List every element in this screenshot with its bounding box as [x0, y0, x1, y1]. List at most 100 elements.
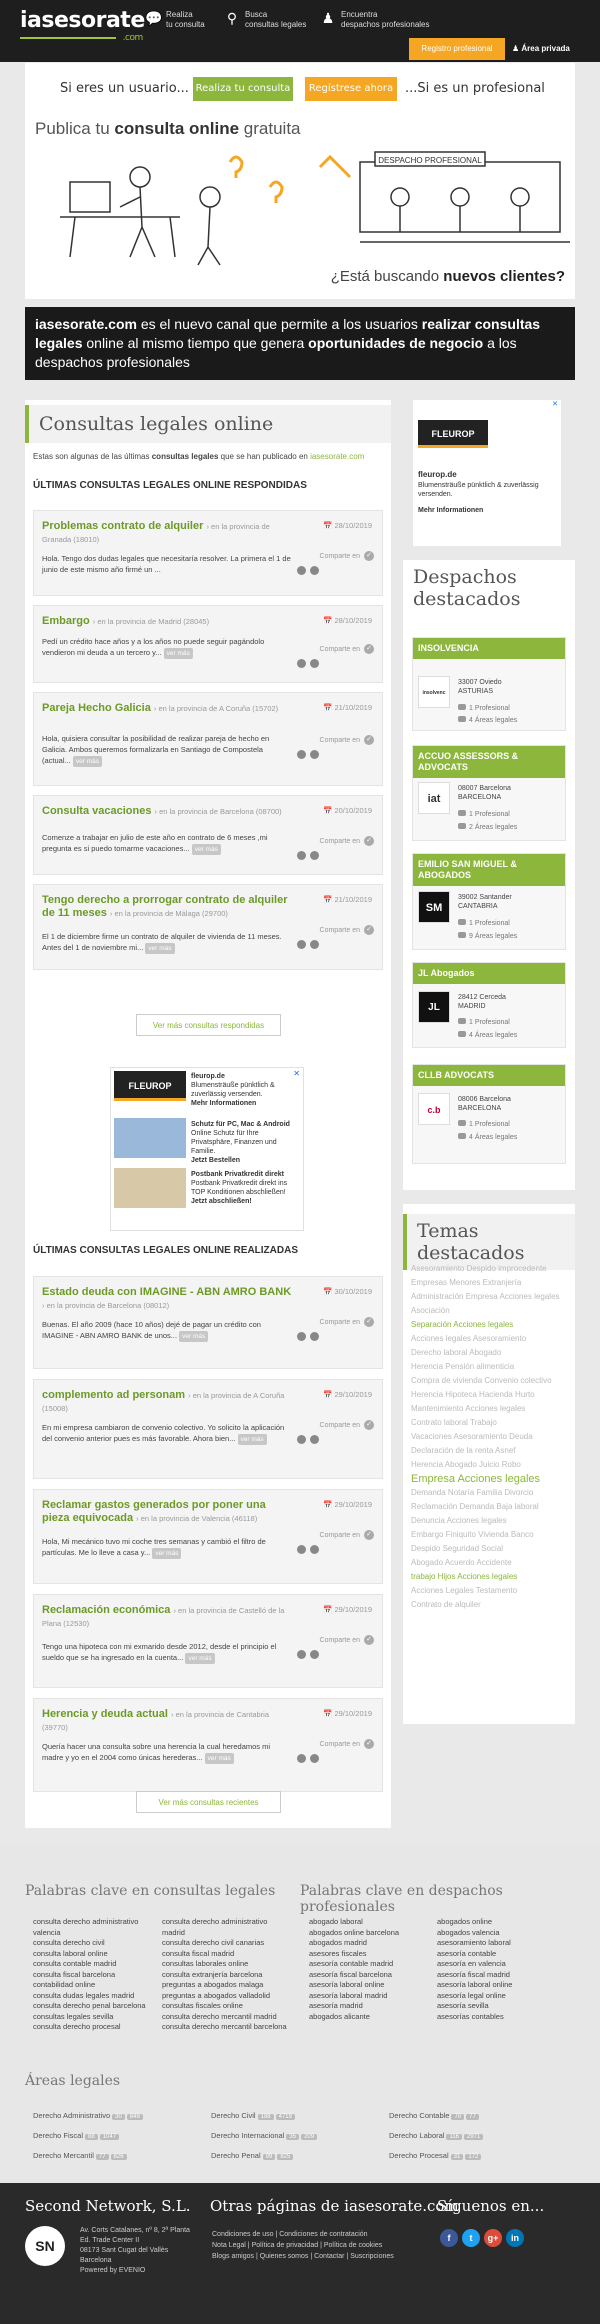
keyword-link[interactable]: consulta fiscal barcelona — [33, 1970, 158, 1981]
facebook-icon[interactable] — [297, 1332, 306, 1341]
keyword-link[interactable]: consulta derecho administrativo valencia — [33, 1917, 158, 1938]
tag-link[interactable]: Acciones Legales Testamento — [411, 1584, 571, 1598]
footer-link[interactable]: Blogs amigos — [212, 2253, 254, 2260]
keyword-link[interactable]: consulta derecho administrativo madrid — [162, 1917, 292, 1938]
area-item[interactable]: Derecho Procesal 31 172 — [389, 2151, 482, 2160]
tag-link[interactable]: Embargo Finiquito Vivienda Banco — [411, 1528, 571, 1542]
area-item[interactable]: Derecho Administrativo 30 849 — [33, 2111, 143, 2120]
tag-link[interactable]: Acciones legales Asesoramiento — [411, 1332, 571, 1346]
google-plus-icon[interactable] — [310, 851, 319, 860]
card-title[interactable]: Pareja Hecho Galicia — [42, 702, 151, 714]
tag-link[interactable]: Empresa Acciones legales — [411, 1472, 571, 1486]
answered-card[interactable]: Consulta vacaciones › en la provincia de… — [33, 795, 383, 875]
footer-link[interactable]: Quienes somos — [260, 2253, 309, 2260]
area-item[interactable]: Derecho Mercantil 77 826 — [33, 2151, 127, 2160]
facebook-icon[interactable]: f — [440, 2229, 458, 2247]
facebook-icon[interactable] — [297, 566, 306, 575]
more-answered-button[interactable]: Ver más consultas respondidas — [136, 1014, 281, 1036]
site-logo[interactable]: iasesorate .com — [20, 8, 145, 43]
keyword-link[interactable]: asesoría legal online — [437, 1991, 567, 2002]
tag-link[interactable]: Contrato de alquiler — [411, 1598, 571, 1612]
keyword-link[interactable]: consulta dudas legales madrid — [33, 1991, 158, 2002]
realized-card[interactable]: Estado deuda con IMAGINE - ABN AMRO BANK… — [33, 1276, 383, 1369]
nav-realiza-consulta[interactable]: 💬 Realiza tu consulta — [145, 10, 205, 30]
sidebar-ad[interactable]: FLEUROP fleurop.de Blumensträuße pünktli… — [413, 400, 561, 546]
tag-link[interactable]: Separación Acciones legales — [411, 1318, 571, 1332]
answered-card[interactable]: Embargo › en la provincia de Madrid (280… — [33, 605, 383, 683]
area-item[interactable]: Derecho Fiscal 88 1047 — [33, 2131, 120, 2140]
card-title[interactable]: Problemas contrato de alquiler — [42, 520, 203, 532]
google-plus-icon[interactable] — [310, 1435, 319, 1444]
facebook-icon[interactable] — [297, 1435, 306, 1444]
keyword-link[interactable]: asesoría contable — [437, 1949, 567, 1960]
keyword-link[interactable]: consultas fiscales online — [162, 2001, 292, 2012]
tag-link[interactable]: Abogado Acuerdo Accidente — [411, 1556, 571, 1570]
footer-link[interactable]: Política de cookies — [324, 2242, 382, 2249]
google-plus-icon[interactable] — [310, 1754, 319, 1763]
despacho-name[interactable]: CLLB ADVOCATS — [413, 1065, 565, 1086]
tag-link[interactable]: Denuncia Acciones legales — [411, 1514, 571, 1528]
tag-link[interactable]: Empresas Menores Extranjería — [411, 1276, 571, 1290]
keyword-link[interactable]: consulta derecho civil — [33, 1938, 158, 1949]
despacho-name[interactable]: JL Abogados — [413, 963, 565, 984]
card-title[interactable]: Estado deuda con IMAGINE - ABN AMRO BANK — [42, 1286, 291, 1298]
despacho-card[interactable]: JL Abogados JL 28412 Cerceda MADRID 1 Pro… — [412, 962, 566, 1048]
keyword-link[interactable]: consulta laboral online — [33, 1949, 158, 1960]
card-title[interactable]: complemento ad personam — [42, 1389, 185, 1401]
keyword-link[interactable]: asesores fiscales — [309, 1949, 439, 1960]
keyword-link[interactable]: consultas laborales online — [162, 1959, 292, 1970]
keyword-link[interactable]: asesoría en valencia — [437, 1959, 567, 1970]
tag-link[interactable]: Mantenimiento Acciones legales — [411, 1402, 571, 1416]
keyword-link[interactable]: consulta derecho penal barcelona — [33, 2001, 158, 2012]
answered-card[interactable]: Problemas contrato de alquiler › en la p… — [33, 510, 383, 596]
keyword-link[interactable]: abogados valencia — [437, 1928, 567, 1939]
facebook-icon[interactable] — [297, 1650, 306, 1659]
keyword-link[interactable]: preguntas a abogados valladolid — [162, 1991, 292, 2002]
realized-card[interactable]: Herencia y deuda actual › en la provinci… — [33, 1698, 383, 1792]
answered-card[interactable]: Tengo derecho a prorrogar contrato de al… — [33, 884, 383, 970]
keyword-link[interactable]: consulta extranjería barcelona — [162, 1970, 292, 1981]
despacho-card[interactable]: INSOLVENCIA insolvenc 33007 Oviedo ASTURI… — [412, 637, 566, 731]
card-title[interactable]: Consulta vacaciones — [42, 805, 151, 817]
realized-card[interactable]: Reclamar gastos generados por poner una … — [33, 1489, 383, 1584]
realized-card[interactable]: Reclamación económica › en la provincia … — [33, 1594, 383, 1688]
area-item[interactable]: Derecho Penal 99 825 — [211, 2151, 294, 2160]
facebook-icon[interactable] — [297, 940, 306, 949]
ad-close-icon[interactable]: ✕ — [293, 1069, 300, 1078]
twitter-icon[interactable]: t — [462, 2229, 480, 2247]
nav-busca-consultas[interactable]: ⚲ Busca consultas legales — [224, 10, 307, 30]
keyword-link[interactable]: consulta derecho mercantil madrid — [162, 2012, 292, 2023]
tag-link[interactable]: Herencia Hipoteca Hacienda Hurto — [411, 1388, 571, 1402]
tag-link[interactable]: Despido Seguridad Social — [411, 1542, 571, 1556]
footer-link[interactable]: Nota Legal — [212, 2242, 246, 2249]
google-plus-icon[interactable] — [310, 750, 319, 759]
linkedin-icon[interactable]: in — [506, 2229, 524, 2247]
tag-link[interactable]: Declaración de la renta Asnef — [411, 1444, 571, 1458]
facebook-icon[interactable] — [297, 1754, 306, 1763]
facebook-icon[interactable] — [297, 659, 306, 668]
keyword-link[interactable]: abogados online — [437, 1917, 567, 1928]
register-professional-button[interactable]: Registro profesional — [409, 38, 505, 60]
more-realized-button[interactable]: Ver más consultas recientes — [136, 1791, 281, 1813]
keyword-link[interactable]: consulta derecho mercantil barcelona — [162, 2022, 292, 2033]
footer-link[interactable]: Política de privacidad — [252, 2242, 319, 2249]
keyword-link[interactable]: asesoría laboral online — [437, 1980, 567, 1991]
google-plus-icon[interactable] — [310, 1332, 319, 1341]
keyword-link[interactable]: abogados alicante — [309, 2012, 439, 2023]
tag-link[interactable]: Administración Empresa Acciones legales … — [411, 1290, 571, 1318]
google-plus-icon[interactable] — [310, 940, 319, 949]
keyword-link[interactable]: asesoría sevilla — [437, 2001, 567, 2012]
keyword-link[interactable]: asesoría fiscal barcelona — [309, 1970, 439, 1981]
google-plus-icon[interactable] — [310, 659, 319, 668]
tag-link[interactable]: Vacaciones Asesoramiento Deuda — [411, 1430, 571, 1444]
google-plus-icon[interactable] — [310, 1650, 319, 1659]
keyword-link[interactable]: abogados madrid — [309, 1938, 439, 1949]
facebook-icon[interactable] — [297, 1545, 306, 1554]
facebook-icon[interactable] — [297, 750, 306, 759]
tag-link[interactable]: Compra de vivienda Convenio colectivo — [411, 1374, 571, 1388]
nav-encuentra-despachos[interactable]: ♟ Encuentra despachos profesionales — [320, 10, 430, 30]
keyword-link[interactable]: asesoría laboral online — [309, 1980, 439, 1991]
realized-card[interactable]: complemento ad personam › en la provinci… — [33, 1379, 383, 1479]
despacho-card[interactable]: EMILIO SAN MIGUEL & ABOGADOS SM 39002 Sa… — [412, 853, 566, 950]
despacho-name[interactable]: INSOLVENCIA — [413, 638, 565, 659]
